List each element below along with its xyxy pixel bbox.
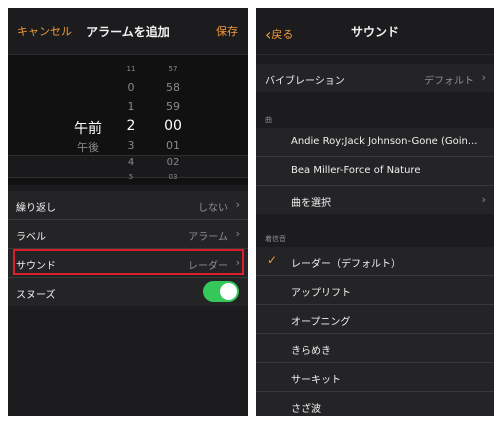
vibration-value: デフォルト — [424, 76, 474, 87]
time-picker[interactable]: 11 0 1 2 3 4 5 57 58 59 00 01 02 03 午前 午… — [8, 55, 248, 185]
picker-minute-selected[interactable]: 00 — [158, 118, 188, 134]
repeat-row[interactable]: 繰り返し しない › — [8, 191, 248, 220]
picker-hour[interactable]: 1 — [116, 100, 146, 113]
page-title: サウンド — [350, 25, 399, 39]
ringtones-section-header: 着信音 — [265, 235, 286, 243]
picker-hour[interactable]: 3 — [116, 139, 146, 152]
song-item[interactable]: Bea Miller-Force of Nature — [256, 157, 494, 186]
ringtone-item[interactable]: ✓ レーダー（デフォルト） — [256, 247, 494, 276]
song-label: Andie Roy;Jack Johnson-Gone (Goin... — [291, 136, 478, 147]
picker-hour-selected[interactable]: 2 — [116, 118, 146, 134]
ringtone-item[interactable]: さざ波 — [256, 392, 494, 416]
vibration-group: バイブレーション デフォルト › — [256, 64, 494, 92]
ringtone-label: アップリフト — [291, 288, 351, 299]
repeat-label: 繰り返し — [16, 203, 56, 214]
add-alarm-screen: キャンセル アラームを追加 保存 11 0 1 2 3 4 5 57 58 59… — [8, 8, 248, 416]
snooze-toggle[interactable] — [203, 281, 239, 302]
vibration-row[interactable]: バイブレーション デフォルト › — [256, 64, 494, 92]
nav-bar: キャンセル アラームを追加 保存 — [8, 8, 248, 55]
snooze-label: スヌーズ — [16, 290, 56, 301]
picker-minute[interactable]: 57 — [158, 65, 188, 73]
picker-minute[interactable]: 03 — [158, 173, 188, 181]
label-label: ラベル — [16, 232, 46, 243]
page-title: アラームを追加 — [86, 25, 170, 39]
save-button[interactable]: 保存 — [216, 23, 238, 39]
sound-screen: ‹戻る サウンド バイブレーション デフォルト › 曲 Andie Roy;Ja… — [256, 8, 494, 416]
pick-song-row[interactable]: 曲を選択 › — [256, 186, 494, 214]
chevron-right-icon: › — [235, 227, 240, 240]
pick-song-label: 曲を選択 — [291, 198, 331, 209]
toggle-knob — [220, 283, 237, 300]
songs-section-header: 曲 — [265, 116, 272, 124]
ringtone-label: オープニング — [291, 317, 351, 328]
sound-row-highlight — [13, 249, 244, 275]
picker-hour[interactable]: 11 — [116, 65, 146, 73]
picker-hour[interactable]: 5 — [116, 173, 146, 181]
ringtone-item[interactable]: サーキット — [256, 363, 494, 392]
label-row[interactable]: ラベル アラーム › — [8, 220, 248, 249]
ringtone-label: レーダー（デフォルト） — [291, 259, 401, 270]
picker-ampm-selected[interactable]: 午前 — [68, 118, 108, 138]
ringtone-item[interactable]: きらめき — [256, 334, 494, 363]
chevron-right-icon: › — [481, 71, 486, 84]
ringtone-item[interactable]: オープニング — [256, 305, 494, 334]
picker-minute[interactable]: 59 — [158, 100, 188, 113]
ringtone-label: きらめき — [291, 346, 331, 357]
snooze-row: スヌーズ — [8, 278, 248, 306]
picker-minute[interactable]: 58 — [158, 81, 188, 94]
nav-bar: ‹戻る サウンド — [256, 8, 494, 55]
ringtone-item[interactable]: アップリフト — [256, 276, 494, 305]
repeat-value: しない — [198, 203, 228, 214]
song-item[interactable]: Andie Roy;Jack Johnson-Gone (Goin... — [256, 128, 494, 157]
ringtone-label: さざ波 — [291, 404, 321, 415]
label-value: アラーム — [188, 232, 228, 243]
songs-group: Andie Roy;Jack Johnson-Gone (Goin... Bea… — [256, 128, 494, 214]
song-label: Bea Miller-Force of Nature — [291, 165, 421, 176]
picker-hour[interactable]: 4 — [116, 157, 146, 168]
ringtones-group: ✓ レーダー（デフォルト） アップリフト オープニング きらめき サーキット さ… — [256, 247, 494, 416]
checkmark-icon: ✓ — [267, 253, 278, 267]
picker-minute[interactable]: 02 — [158, 157, 188, 168]
chevron-right-icon: › — [235, 198, 240, 211]
chevron-right-icon: › — [481, 193, 486, 206]
picker-hour[interactable]: 0 — [116, 81, 146, 94]
picker-minute[interactable]: 01 — [158, 139, 188, 152]
picker-ampm[interactable]: 午後 — [68, 139, 108, 155]
ringtone-label: サーキット — [291, 375, 341, 386]
